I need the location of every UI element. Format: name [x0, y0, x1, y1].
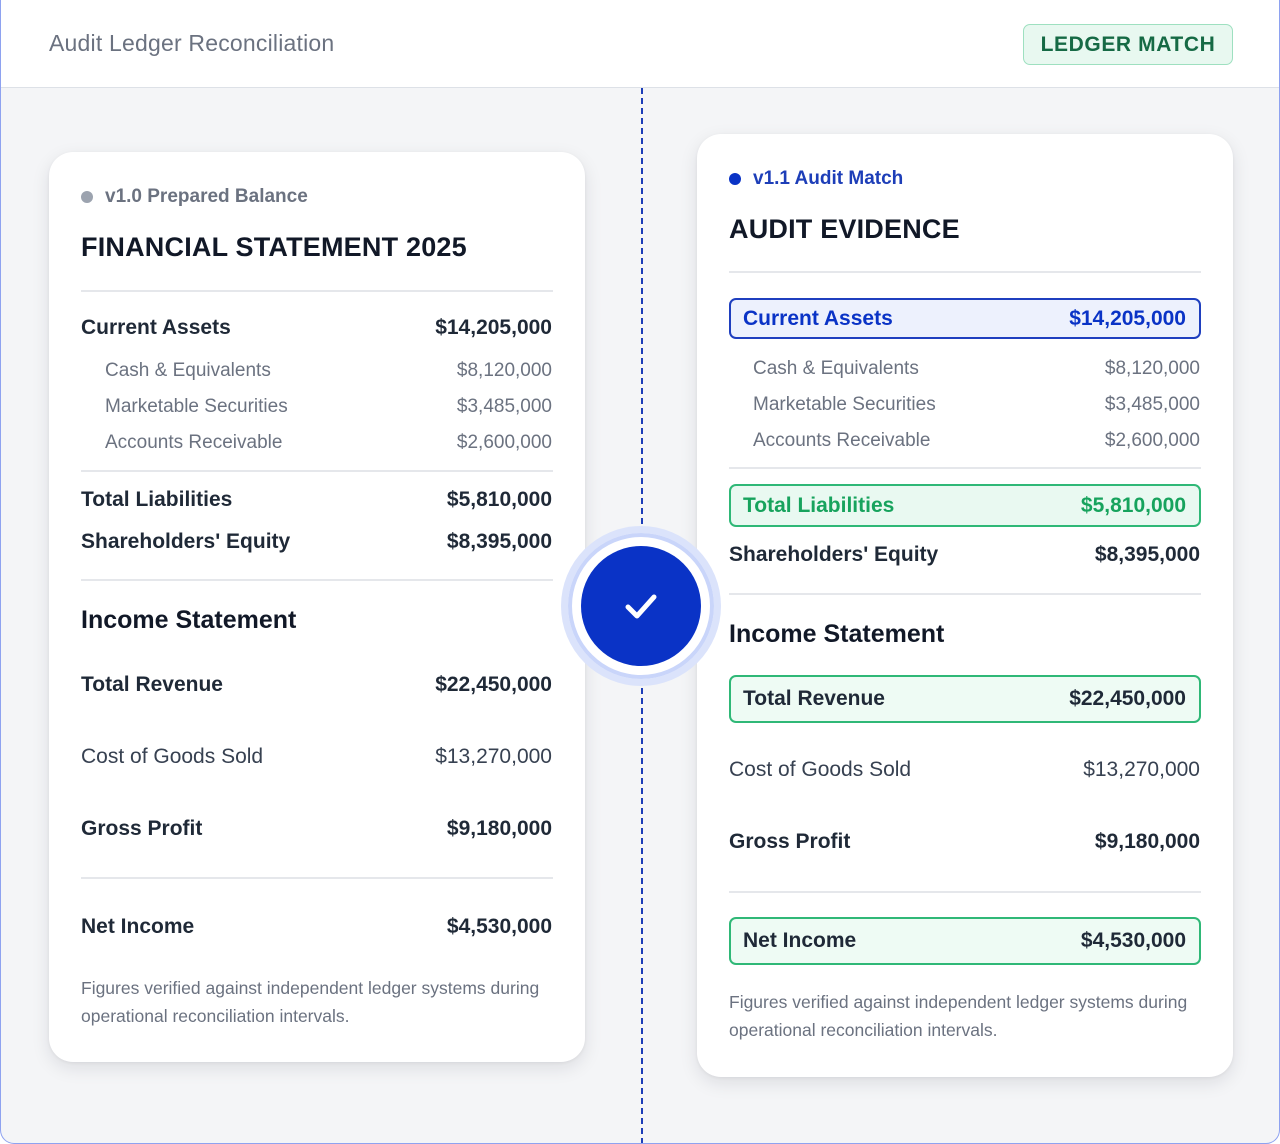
- row-label: Current Assets: [743, 306, 893, 330]
- row-value: $5,810,000: [446, 488, 552, 511]
- row-total-revenue-matched: Total Revenue $22,450,000: [729, 675, 1201, 723]
- row-value: $14,205,000: [1069, 306, 1186, 330]
- row-current-assets: Current Assets $14,205,000: [81, 314, 552, 342]
- row-label: Shareholders' Equity: [729, 543, 939, 566]
- row-label: Cash & Equivalents: [753, 358, 919, 379]
- row-total-liabilities-matched: Total Liabilities $5,810,000: [729, 484, 1201, 527]
- row-gross-profit: Gross Profit $9,180,000: [81, 815, 552, 843]
- row-label: Marketable Securities: [753, 394, 936, 415]
- divider: [729, 593, 1201, 595]
- row-marketable-securities: Marketable Securities $3,485,000: [753, 392, 1200, 418]
- row-value: $8,120,000: [456, 360, 552, 381]
- row-value: $8,395,000: [446, 530, 552, 553]
- version-label: v1.1 Audit Match: [729, 168, 903, 190]
- row-value: $3,485,000: [1104, 394, 1200, 415]
- ledger-match-badge: LEDGER MATCH: [1023, 24, 1233, 65]
- row-label: Accounts Receivable: [105, 432, 283, 453]
- row-cost-of-goods-sold: Cost of Goods Sold $13,270,000: [729, 756, 1200, 784]
- row-label: Total Liabilities: [81, 488, 233, 511]
- row-value: $4,530,000: [1080, 929, 1186, 952]
- match-indicator-core: [581, 546, 701, 666]
- row-value: $13,270,000: [1083, 758, 1200, 781]
- card-title: FINANCIAL STATEMENT 2025: [81, 232, 467, 262]
- row-value: $9,180,000: [446, 817, 552, 840]
- row-net-income: Net Income $4,530,000: [81, 913, 552, 941]
- row-value: $13,270,000: [435, 745, 552, 768]
- row-shareholders-equity: Shareholders' Equity $8,395,000: [729, 541, 1200, 569]
- row-accounts-receivable: Accounts Receivable $2,600,000: [105, 430, 552, 456]
- row-label: Net Income: [81, 915, 195, 938]
- row-value: $3,485,000: [456, 396, 552, 417]
- check-icon: [625, 594, 657, 619]
- row-label: Gross Profit: [729, 830, 851, 853]
- row-gross-profit: Gross Profit $9,180,000: [729, 828, 1200, 856]
- row-label: Total Liabilities: [743, 493, 895, 517]
- divider: [729, 467, 1201, 469]
- row-net-income-matched: Net Income $4,530,000: [729, 917, 1201, 965]
- verification-footnote: Figures verified against independent led…: [729, 992, 1188, 1040]
- version-text: v1.0 Prepared Balance: [105, 186, 308, 207]
- divider: [81, 579, 553, 581]
- row-label: Total Revenue: [743, 687, 885, 710]
- row-label: Net Income: [743, 929, 857, 952]
- row-total-revenue: Total Revenue $22,450,000: [81, 671, 552, 699]
- row-value: $5,810,000: [1080, 493, 1186, 517]
- income-statement-heading: Income Statement: [729, 620, 945, 648]
- row-value: $2,600,000: [1104, 430, 1200, 451]
- row-label: Shareholders' Equity: [81, 530, 291, 553]
- row-label: Cost of Goods Sold: [729, 758, 912, 781]
- row-label: Current Assets: [81, 316, 231, 339]
- reconciliation-canvas: Audit Ledger Reconciliation LEDGER MATCH…: [0, 0, 1280, 1144]
- row-value: $22,450,000: [1069, 687, 1186, 710]
- status-dot-icon: [81, 191, 93, 203]
- row-cost-of-goods-sold: Cost of Goods Sold $13,270,000: [81, 743, 552, 771]
- version-text: v1.1 Audit Match: [753, 168, 904, 189]
- row-value: $8,120,000: [1104, 358, 1200, 379]
- row-accounts-receivable: Accounts Receivable $2,600,000: [753, 428, 1200, 454]
- row-value: $22,450,000: [435, 673, 552, 696]
- row-label: Cash & Equivalents: [105, 360, 271, 381]
- row-marketable-securities: Marketable Securities $3,485,000: [105, 394, 552, 420]
- audit-evidence-card: v1.1 Audit Match AUDIT EVIDENCE Current …: [697, 134, 1233, 1077]
- row-value: $8,395,000: [1094, 543, 1200, 566]
- row-value: $2,600,000: [456, 432, 552, 453]
- top-bar: Audit Ledger Reconciliation LEDGER MATCH: [1, 0, 1279, 88]
- match-indicator: [561, 526, 721, 686]
- prepared-balance-card: v1.0 Prepared Balance FINANCIAL STATEMEN…: [49, 152, 585, 1062]
- app-title: Audit Ledger Reconciliation: [49, 30, 335, 56]
- row-value: $9,180,000: [1094, 830, 1200, 853]
- divider: [81, 290, 553, 292]
- row-label: Accounts Receivable: [753, 430, 931, 451]
- divider: [81, 470, 553, 472]
- row-cash-equivalents: Cash & Equivalents $8,120,000: [105, 358, 552, 384]
- row-total-liabilities: Total Liabilities $5,810,000: [81, 486, 552, 514]
- row-label: Marketable Securities: [105, 396, 288, 417]
- row-current-assets-matched: Current Assets $14,205,000: [729, 298, 1201, 339]
- divider: [729, 891, 1201, 893]
- card-title: AUDIT EVIDENCE: [729, 214, 960, 244]
- match-indicator-ring: [568, 533, 714, 679]
- divider: [81, 877, 553, 879]
- verification-footnote: Figures verified against independent led…: [81, 978, 540, 1026]
- row-label: Total Revenue: [81, 673, 223, 696]
- status-dot-icon: [729, 173, 741, 185]
- row-cash-equivalents: Cash & Equivalents $8,120,000: [753, 356, 1200, 382]
- row-shareholders-equity: Shareholders' Equity $8,395,000: [81, 528, 552, 556]
- divider: [729, 271, 1201, 273]
- row-label: Gross Profit: [81, 817, 203, 840]
- row-label: Cost of Goods Sold: [81, 745, 264, 768]
- row-value: $4,530,000: [446, 915, 552, 938]
- version-label: v1.0 Prepared Balance: [81, 186, 308, 208]
- income-statement-heading: Income Statement: [81, 606, 297, 634]
- row-value: $14,205,000: [435, 316, 552, 339]
